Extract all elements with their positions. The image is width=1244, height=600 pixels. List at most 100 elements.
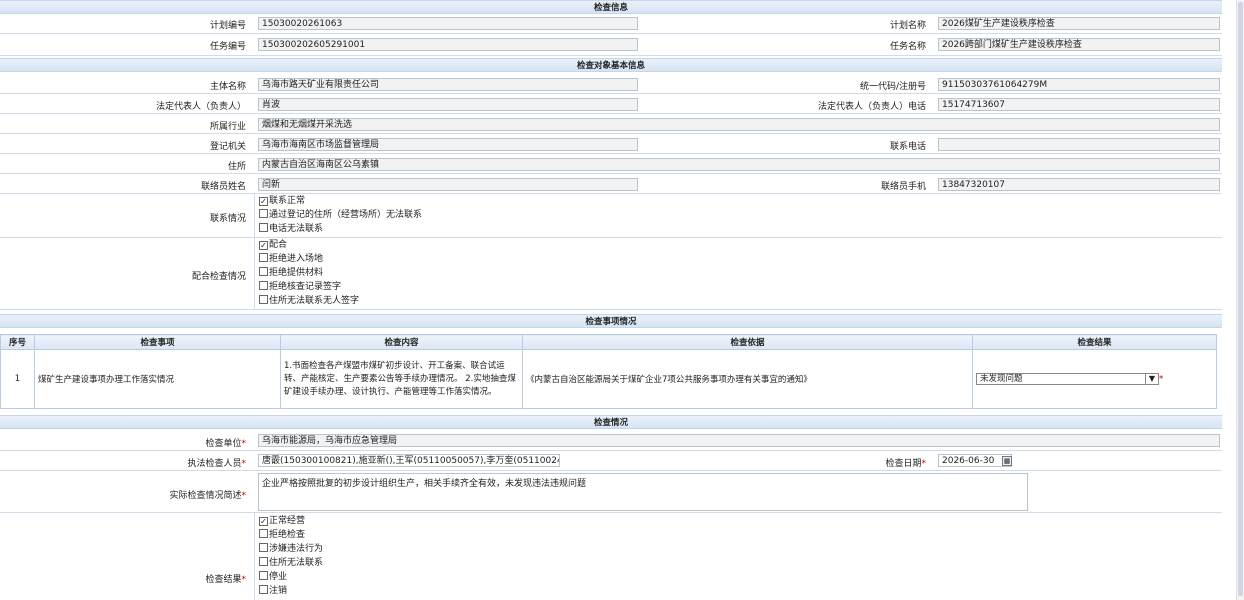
phone-field[interactable] [938,138,1220,151]
description-textarea[interactable]: 企业严格按照批复的初步设计组织生产，相关手续齐全有效，未发现违法违规问题 [258,473,1028,511]
checkbox-icon[interactable] [259,209,268,218]
checkbox-icon[interactable] [259,223,268,232]
liaison-phone-label: 联络员手机 [880,182,926,192]
result-option-illegal[interactable]: 涉嫌违法行为 [259,543,323,555]
items-header-row: 序号 检查事项 检查内容 检查依据 检查结果 [0,334,1217,350]
legal-phone-field[interactable]: 15174713607 [938,98,1220,111]
col-no: 序号 [0,334,35,350]
section-check-info: 检查信息 [0,0,1222,14]
contact-label: 联系情况 [209,214,246,224]
checkbox-icon[interactable]: ✓ [259,517,268,526]
officers-label: 执法检查人员* [187,459,246,469]
result-option-cancelled[interactable]: 注销 [259,585,287,597]
row-cooperation: 配合检查情况 ✓ 配合 拒绝进入场地 拒绝提供材料 拒绝核查记录签字 住所无法联系… [0,238,1222,310]
checkbox-icon[interactable] [259,529,268,538]
row-plan: 计划编号 15030020261063 计划名称 2026煤矿生产建设秩序检查 [0,14,1222,34]
checkbox-icon[interactable]: ✓ [259,241,268,250]
items-table: 序号 检查事项 检查内容 检查依据 检查结果 1 煤矿生产建设事项办理工作落实情… [0,334,1217,409]
task-no-label: 任务编号 [209,42,246,52]
row-contact: 联系情况 ✓ 联系正常 通过登记的住所（经营场所）无法联系 电话无法联系 [0,194,1222,238]
col-content: 检查内容 [280,334,523,350]
checkbox-icon[interactable] [259,267,268,276]
chevron-down-icon[interactable]: ▼ [1145,374,1158,384]
row-address: 住所 内蒙古自治区海南区公乌素镇 [0,154,1222,174]
liaison-phone-field[interactable]: 13847320107 [938,178,1220,191]
officers-field[interactable]: 唐霰(150300100821),施亚新(),王军(05110050057),李… [258,454,560,467]
contact-option-normal[interactable]: ✓ 联系正常 [259,195,305,207]
col-result: 检查结果 [972,334,1217,350]
credit-label: 统一代码/注册号 [859,82,926,92]
plan-name-field[interactable]: 2026煤矿生产建设秩序检查 [938,17,1220,30]
result-option-no-contact[interactable]: 住所无法联系 [259,557,323,569]
liaison-field[interactable]: 闫新 [258,178,638,191]
row-subject: 主体名称 乌海市路天矿业有限责任公司 统一代码/注册号 911503037610… [0,74,1222,94]
result-select-value: 未发现问题 [980,374,1023,384]
vertical-scrollbar[interactable] [1236,0,1244,600]
checkbox-icon[interactable] [259,295,268,304]
liaison-label: 联络员姓名 [200,182,246,192]
checkbox-icon[interactable] [259,543,268,552]
coop-option-cooperate[interactable]: ✓ 配合 [259,239,287,251]
result-option-suspended[interactable]: 停业 [259,571,287,583]
coop-option-refuse-site[interactable]: 拒绝进入场地 [259,253,323,265]
row-liaison: 联络员姓名 闫新 联络员手机 13847320107 [0,174,1222,194]
row-description: 实际检查情况简述* 企业严格按照批复的初步设计组织生产，相关手续齐全有效，未发现… [0,471,1222,513]
date-label: 检查日期* [885,459,926,469]
table-row: 1 煤矿生产建设事项办理工作落实情况 1.书面检查各产煤盟市煤矿初步设计、开工备… [0,349,1217,409]
legal-field[interactable]: 肖波 [258,98,638,111]
task-name-label: 任务名称 [889,42,926,52]
legal-label: 法定代表人（负责人） [155,102,246,112]
row-unit: 检查单位* 乌海市能源局，乌海市应急管理局 [0,431,1222,451]
result-label: 检查结果* [205,575,246,585]
description-label: 实际检查情况简述* [169,491,246,501]
row-legal: 法定代表人（负责人） 肖波 法定代表人（负责人）电话 15174713607 [0,94,1222,114]
cell-no: 1 [0,349,35,409]
row-task: 任务编号 150300202605291001 任务名称 2026跨部门煤矿生产… [0,34,1222,56]
unit-label: 检查单位* [205,439,246,449]
address-label: 住所 [227,162,246,172]
contact-option-address[interactable]: 通过登记的住所（经营场所）无法联系 [259,209,422,221]
subject-field[interactable]: 乌海市路天矿业有限责任公司 [258,78,638,91]
subject-label: 主体名称 [209,82,246,92]
credit-field[interactable]: 91150303761064279M [938,78,1220,91]
coop-option-no-contact[interactable]: 住所无法联系无人签字 [259,295,359,307]
coop-option-refuse-material[interactable]: 拒绝提供材料 [259,267,323,279]
industry-label: 所属行业 [209,122,246,132]
contact-option-phone[interactable]: 电话无法联系 [259,223,323,235]
section-situation: 检查情况 [0,415,1222,429]
checkbox-icon[interactable] [259,253,268,262]
task-no-field[interactable]: 150300202605291001 [258,38,638,51]
plan-no-label: 计划编号 [209,21,246,31]
task-name-field[interactable]: 2026跨部门煤矿生产建设秩序检查 [938,38,1220,51]
checkbox-icon[interactable] [259,557,268,566]
checkbox-icon[interactable] [259,571,268,580]
checkbox-icon[interactable] [259,585,268,594]
date-field[interactable]: 2026-06-30 [938,454,1012,467]
checkbox-icon[interactable] [259,281,268,290]
col-basis: 检查依据 [522,334,973,350]
row-officers: 执法检查人员* 唐霰(150300100821),施亚新(),王军(051100… [0,451,1222,471]
plan-name-label: 计划名称 [889,21,926,31]
industry-field[interactable]: 烟煤和无烟煤开采洗选 [258,118,1220,131]
section-items: 检查事项情况 [0,314,1222,328]
authority-field[interactable]: 乌海市海南区市场监督管理局 [258,138,638,151]
required-mark: * [1159,374,1164,385]
result-option-refuse[interactable]: 拒绝检查 [259,529,305,541]
col-item: 检查事项 [34,334,281,350]
checkbox-icon[interactable]: ✓ [259,197,268,206]
unit-field[interactable]: 乌海市能源局，乌海市应急管理局 [258,434,1220,447]
coop-option-refuse-sign[interactable]: 拒绝核查记录签字 [259,281,341,293]
phone-label: 联系电话 [889,142,926,152]
row-authority: 登记机关 乌海市海南区市场监督管理局 联系电话 [0,134,1222,154]
result-select[interactable]: 未发现问题 ▼ [976,373,1159,385]
row-result: 检查结果* ✓ 正常经营 拒绝检查 涉嫌违法行为 住所无法联系 停业 注销 [0,513,1222,600]
plan-no-field[interactable]: 15030020261063 [258,17,638,30]
address-field[interactable]: 内蒙古自治区海南区公乌素镇 [258,158,1220,171]
legal-phone-label: 法定代表人（负责人）电话 [817,102,926,112]
calendar-icon[interactable]: ▦ [1002,456,1012,466]
cell-item: 煤矿生产建设事项办理工作落实情况 [34,349,281,409]
result-option-normal[interactable]: ✓ 正常经营 [259,515,305,527]
scrollbar-thumb[interactable] [1238,2,1243,596]
cell-basis: 《内蒙古自治区能源局关于煤矿企业7项公共服务事项办理有关事宜的通知》 [522,349,973,409]
section-object-info: 检查对象基本信息 [0,58,1222,72]
